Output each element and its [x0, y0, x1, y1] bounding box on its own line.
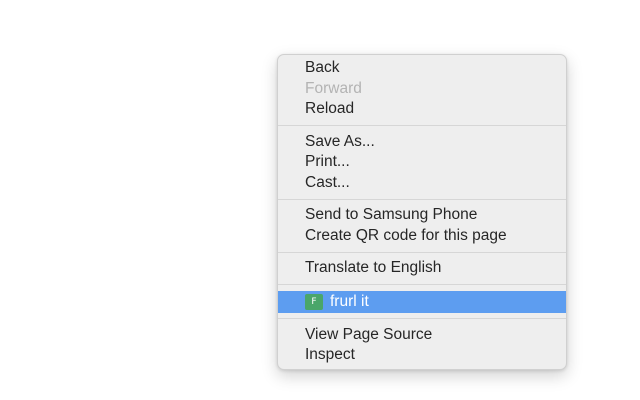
- menu-separator: [278, 284, 566, 285]
- menu-item-save-as[interactable]: Save As...: [278, 132, 566, 153]
- menu-item-frurl-it[interactable]: F frurl it: [278, 290, 566, 313]
- menu-separator: [278, 318, 566, 319]
- menu-item-back[interactable]: Back: [278, 58, 566, 79]
- menu-item-reload[interactable]: Reload: [278, 99, 566, 120]
- menu-separator: [278, 251, 566, 253]
- menu-item-cast[interactable]: Cast...: [278, 173, 566, 194]
- context-menu: Back Forward Reload Save As... Print... …: [277, 54, 567, 370]
- menu-item-forward: Forward: [305, 79, 362, 97]
- menu-item-inspect[interactable]: Inspect: [278, 345, 566, 366]
- menu-item-translate[interactable]: Translate to English: [278, 258, 566, 279]
- page-background: Back Forward Reload Save As... Print... …: [0, 0, 640, 400]
- menu-item-view-page-source[interactable]: View Page Source: [278, 325, 566, 346]
- menu-separator: [278, 198, 566, 200]
- menu-separator: [278, 125, 566, 126]
- menu-item-frurl-it-label: frurl it: [330, 292, 369, 310]
- menu-item-create-qr-code[interactable]: Create QR code for this page: [278, 226, 566, 247]
- menu-item-print[interactable]: Print...: [278, 152, 566, 173]
- frurl-extension-icon: F: [305, 293, 323, 310]
- menu-item-send-to-samsung-phone[interactable]: Send to Samsung Phone: [278, 205, 566, 226]
